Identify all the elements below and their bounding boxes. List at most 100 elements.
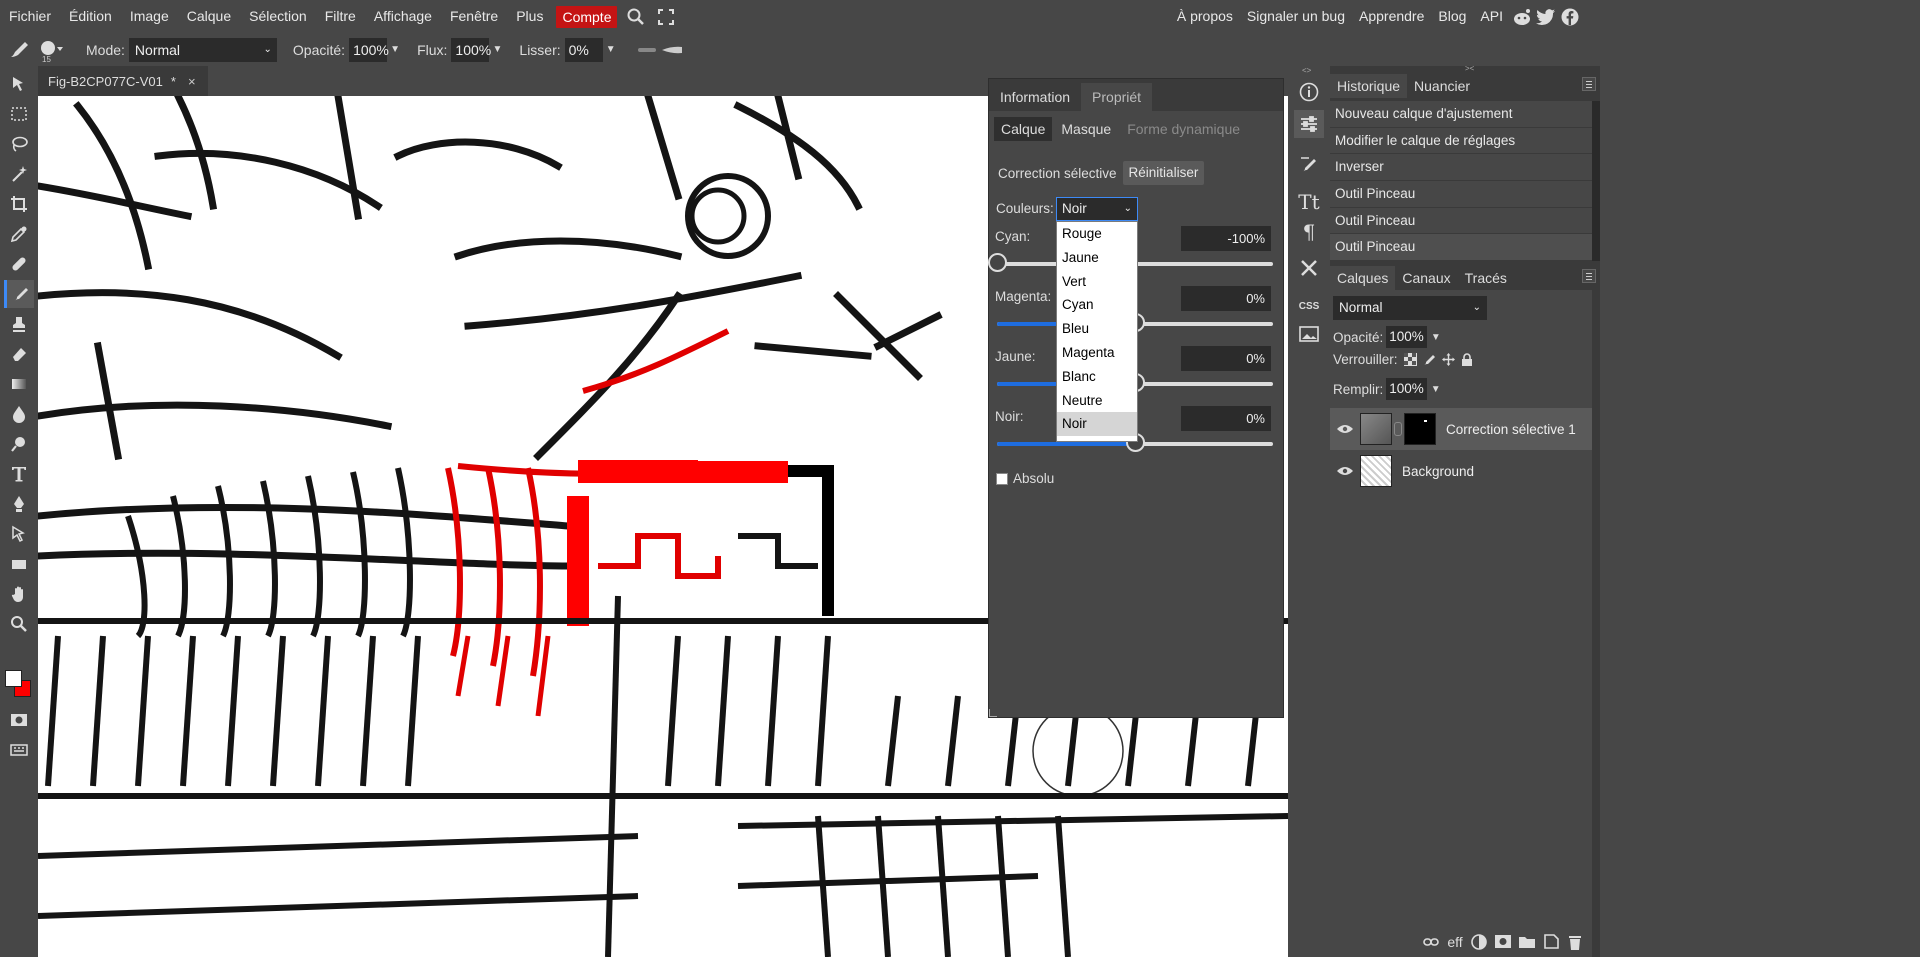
- css-icon[interactable]: CSS: [1294, 292, 1324, 320]
- dropdown-option[interactable]: Blanc: [1057, 365, 1137, 389]
- menu-window[interactable]: Fenêtre: [441, 0, 507, 33]
- resize-handle-icon[interactable]: [989, 709, 997, 717]
- menu-edit[interactable]: Édition: [60, 0, 121, 33]
- quick-mask-icon[interactable]: [4, 706, 34, 734]
- blend-mode-select[interactable]: Normal ⌄: [1333, 296, 1487, 320]
- stamp-tool-icon[interactable]: [4, 310, 34, 338]
- brush-preset-picker[interactable]: 15: [34, 33, 64, 66]
- marquee-tool-icon[interactable]: [4, 100, 34, 128]
- opacity-input[interactable]: 100%: [349, 37, 389, 62]
- tab-properties[interactable]: Propriét: [1081, 83, 1153, 111]
- dropdown-option-selected[interactable]: Noir: [1057, 412, 1137, 437]
- move-tool-icon[interactable]: [4, 70, 34, 98]
- dodge-tool-icon[interactable]: [4, 430, 34, 458]
- tab-paths[interactable]: Tracés: [1458, 266, 1514, 290]
- shape-tool-icon[interactable]: [4, 550, 34, 578]
- lock-brush-icon[interactable]: [1423, 353, 1436, 366]
- tab-channels[interactable]: Canaux: [1395, 266, 1457, 290]
- color-swatches[interactable]: [4, 668, 34, 698]
- layers-scrollbar[interactable]: [1592, 290, 1600, 957]
- panel-menu-icon[interactable]: [1582, 269, 1596, 283]
- menu-image[interactable]: Image: [121, 0, 178, 33]
- reddit-icon[interactable]: [1510, 0, 1534, 33]
- cyan-slider-thumb[interactable]: [988, 253, 1007, 272]
- magenta-value-input[interactable]: 0%: [1181, 286, 1271, 311]
- dropdown-option[interactable]: Neutre: [1057, 389, 1137, 413]
- character-icon[interactable]: Tt: [1294, 188, 1324, 216]
- tab-information[interactable]: Information: [989, 83, 1081, 111]
- cyan-value-input[interactable]: -100%: [1181, 226, 1271, 251]
- history-scrollbar[interactable]: [1592, 101, 1600, 261]
- dropdown-option[interactable]: Magenta: [1057, 341, 1137, 365]
- eye-icon[interactable]: [1330, 466, 1360, 476]
- flow-input[interactable]: 100%: [451, 37, 491, 62]
- flow-arrow-icon[interactable]: ▼: [489, 38, 505, 62]
- layer-opacity-input[interactable]: 100%: [1386, 326, 1427, 348]
- paragraph-icon[interactable]: ¶: [1294, 218, 1324, 246]
- account-button[interactable]: Compte: [556, 5, 618, 28]
- dropdown-option[interactable]: Jaune: [1057, 246, 1137, 270]
- chain-link-icon[interactable]: [1394, 422, 1402, 436]
- menu-view[interactable]: Affichage: [365, 0, 441, 33]
- layer-row[interactable]: Correction sélective 1: [1330, 408, 1592, 450]
- subtab-mask[interactable]: Masque: [1054, 117, 1118, 141]
- close-icon[interactable]: ×: [188, 74, 196, 89]
- eraser-tool-icon[interactable]: [4, 340, 34, 368]
- colors-select[interactable]: Noir ⌄: [1056, 197, 1138, 221]
- tab-swatches[interactable]: Nuancier: [1407, 74, 1477, 98]
- tools-icon[interactable]: [1294, 254, 1324, 282]
- layer-row[interactable]: Background: [1330, 450, 1592, 492]
- menu-more[interactable]: Plus: [507, 0, 552, 33]
- subtab-layer[interactable]: Calque: [994, 117, 1053, 141]
- api-link[interactable]: API: [1473, 0, 1510, 33]
- panel-menu-icon[interactable]: [1582, 77, 1596, 91]
- menu-select[interactable]: Sélection: [240, 0, 316, 33]
- history-item[interactable]: Modifier le calque de réglages: [1330, 128, 1592, 155]
- opacity-arrow-icon[interactable]: ▼: [1431, 332, 1441, 343]
- absolute-option[interactable]: Absolu: [996, 471, 1054, 486]
- smooth-arrow-icon[interactable]: ▼: [603, 38, 619, 62]
- about-link[interactable]: À propos: [1170, 0, 1240, 33]
- trash-icon[interactable]: [1566, 933, 1584, 951]
- reset-button[interactable]: Réinitialiser: [1122, 161, 1205, 185]
- text-tool-icon[interactable]: [4, 460, 34, 488]
- adjustment-icon[interactable]: [1470, 933, 1488, 951]
- mask-icon[interactable]: [1494, 933, 1512, 951]
- document-tab[interactable]: Fig-B2CP077C-V01 * ×: [38, 66, 208, 96]
- dropdown-option[interactable]: Bleu: [1057, 317, 1137, 341]
- fill-arrow-icon[interactable]: ▼: [1431, 384, 1441, 395]
- lock-transparency-icon[interactable]: [1403, 353, 1417, 366]
- dropdown-option[interactable]: Cyan: [1057, 293, 1137, 317]
- crop-tool-icon[interactable]: [4, 190, 34, 218]
- keyboard-icon[interactable]: [4, 736, 34, 764]
- lock-all-icon[interactable]: [1461, 353, 1473, 366]
- path-select-tool-icon[interactable]: [4, 520, 34, 548]
- gradient-tool-icon[interactable]: [4, 370, 34, 398]
- learn-link[interactable]: Apprendre: [1352, 0, 1431, 33]
- black-value-input[interactable]: 0%: [1181, 406, 1271, 431]
- collapse-arrows-icon[interactable]: <>: [1302, 66, 1311, 75]
- tab-history[interactable]: Historique: [1330, 74, 1408, 98]
- history-item-current[interactable]: Outil Pinceau: [1330, 234, 1592, 262]
- history-item[interactable]: Inverser: [1330, 154, 1592, 182]
- menu-file[interactable]: Fichier: [0, 0, 60, 33]
- search-icon[interactable]: [621, 0, 651, 33]
- yellow-value-input[interactable]: 0%: [1181, 346, 1271, 371]
- lock-move-icon[interactable]: [1441, 353, 1455, 366]
- history-item[interactable]: Outil Pinceau: [1330, 208, 1592, 235]
- brush-tool-icon[interactable]: [4, 280, 34, 308]
- eye-icon[interactable]: [1330, 424, 1360, 434]
- dropdown-option[interactable]: Rouge: [1057, 222, 1137, 246]
- link-icon[interactable]: [1422, 933, 1440, 951]
- fill-input[interactable]: 100%: [1386, 378, 1427, 400]
- history-item[interactable]: Nouveau calque d'ajustement: [1330, 101, 1592, 128]
- twitter-icon[interactable]: [1534, 0, 1558, 33]
- healing-tool-icon[interactable]: [4, 250, 34, 278]
- zoom-tool-icon[interactable]: [4, 610, 34, 638]
- dropdown-option[interactable]: Vert: [1057, 270, 1137, 294]
- opacity-arrow-icon[interactable]: ▼: [387, 38, 403, 62]
- effects-icon[interactable]: eff: [1446, 933, 1464, 951]
- lasso-tool-icon[interactable]: [4, 130, 34, 158]
- subtab-dynamic-shape[interactable]: Forme dynamique: [1120, 117, 1247, 141]
- report-bug-link[interactable]: Signaler un bug: [1240, 0, 1352, 33]
